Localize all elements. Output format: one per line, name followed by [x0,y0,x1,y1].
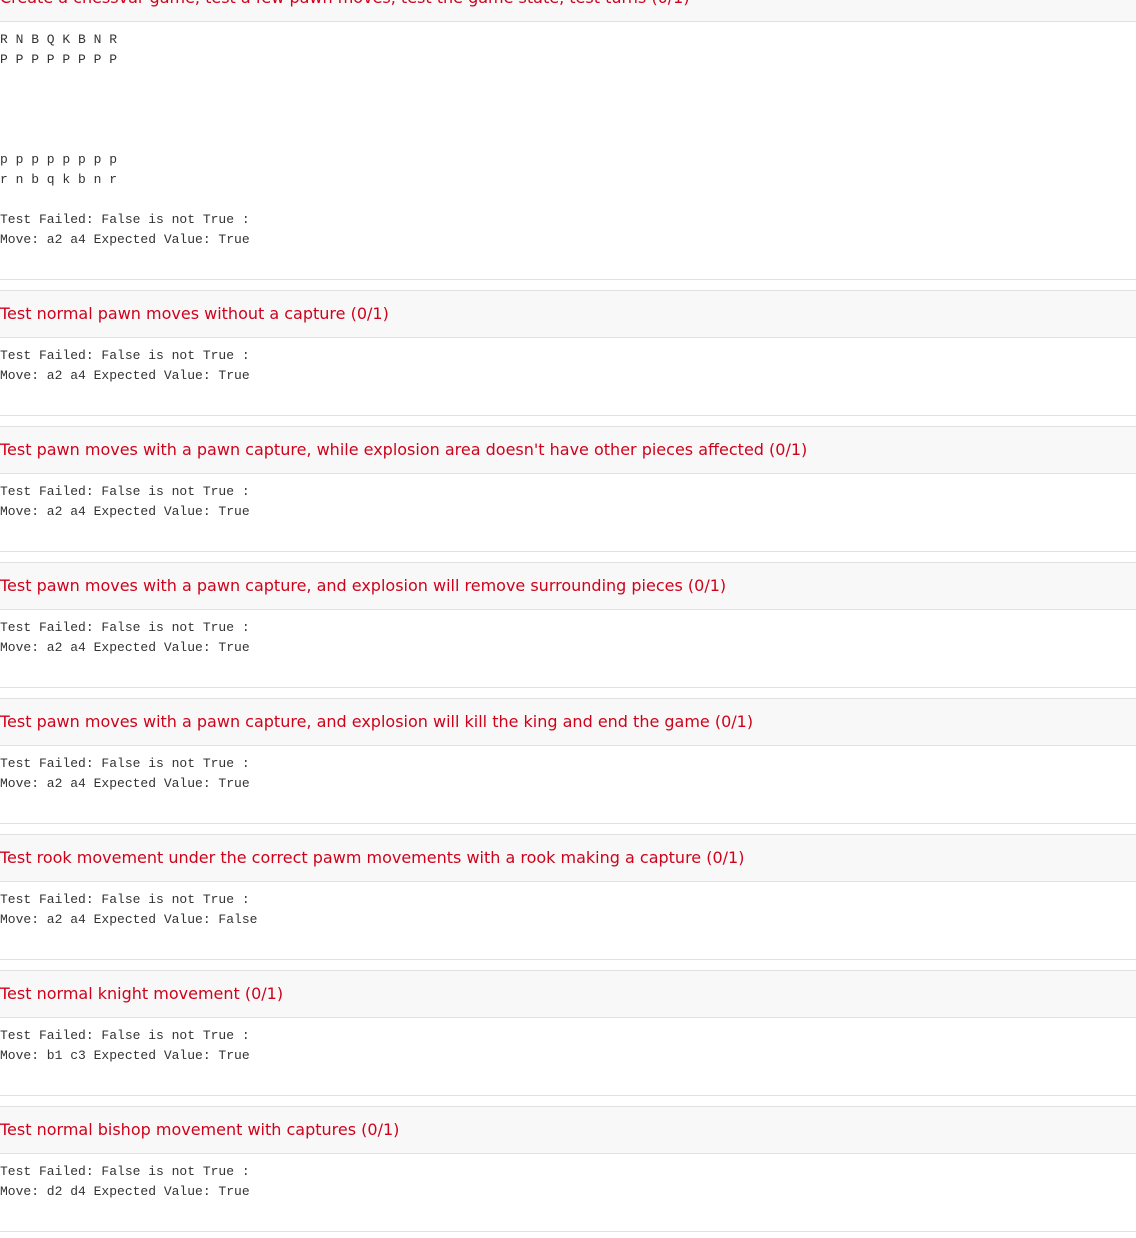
divider [0,552,1136,562]
test-result-pawn-moves: Test normal pawn moves without a capture… [0,290,1136,416]
test-result-pawn-capture-no-effect: Test pawn moves with a pawn capture, whi… [0,426,1136,552]
divider [0,416,1136,426]
test-output: Test Failed: False is not True : Move: a… [0,756,250,791]
test-output: Test Failed: False is not True : Move: a… [0,892,258,927]
test-output: Test Failed: False is not True : Move: a… [0,348,250,383]
test-result-rook-capture: Test rook movement under the correct paw… [0,834,1136,960]
test-title: Create a chessvar game, test a few pawn … [0,0,690,8]
test-header[interactable]: Test normal bishop movement with capture… [0,1106,1136,1154]
test-header[interactable]: Test pawn moves with a pawn capture, and… [0,562,1136,610]
test-title: Test pawn moves with a pawn capture, and… [0,712,754,731]
test-output: Test Failed: False is not True : Move: a… [0,620,250,655]
test-results-page: Create a chessvar game, test a few pawn … [0,0,1136,1232]
test-header[interactable]: Test rook movement under the correct paw… [0,834,1136,882]
divider [0,1096,1136,1106]
test-title: Test normal bishop movement with capture… [0,1120,400,1139]
test-output: Test Failed: False is not True : Move: b… [0,1028,250,1063]
test-title: Test pawn moves with a pawn capture, and… [0,576,727,595]
test-header[interactable]: Test pawn moves with a pawn capture, whi… [0,426,1136,474]
test-output: R N B Q K B N R P P P P P P P P p p p p … [0,32,250,247]
divider [0,824,1136,834]
test-result-create-game: Create a chessvar game, test a few pawn … [0,0,1136,280]
test-header[interactable]: Test pawn moves with a pawn capture, and… [0,698,1136,746]
divider [0,960,1136,970]
test-title: Test pawn moves with a pawn capture, whi… [0,440,808,459]
test-output: Test Failed: False is not True : Move: a… [0,484,250,519]
test-header[interactable]: Test normal knight movement (0/1) [0,970,1136,1018]
test-title: Test normal knight movement (0/1) [0,984,284,1003]
divider [0,688,1136,698]
test-result-bishop: Test normal bishop movement with capture… [0,1106,1136,1232]
test-result-knight: Test normal knight movement (0/1) Test F… [0,970,1136,1096]
test-header[interactable]: Create a chessvar game, test a few pawn … [0,0,1136,22]
test-header[interactable]: Test normal pawn moves without a capture… [0,290,1136,338]
test-result-pawn-capture-king: Test pawn moves with a pawn capture, and… [0,698,1136,824]
test-title: Test normal pawn moves without a capture… [0,304,389,323]
test-result-pawn-capture-explosion: Test pawn moves with a pawn capture, and… [0,562,1136,688]
test-title: Test rook movement under the correct paw… [0,848,745,867]
test-output: Test Failed: False is not True : Move: d… [0,1164,250,1199]
divider [0,280,1136,290]
